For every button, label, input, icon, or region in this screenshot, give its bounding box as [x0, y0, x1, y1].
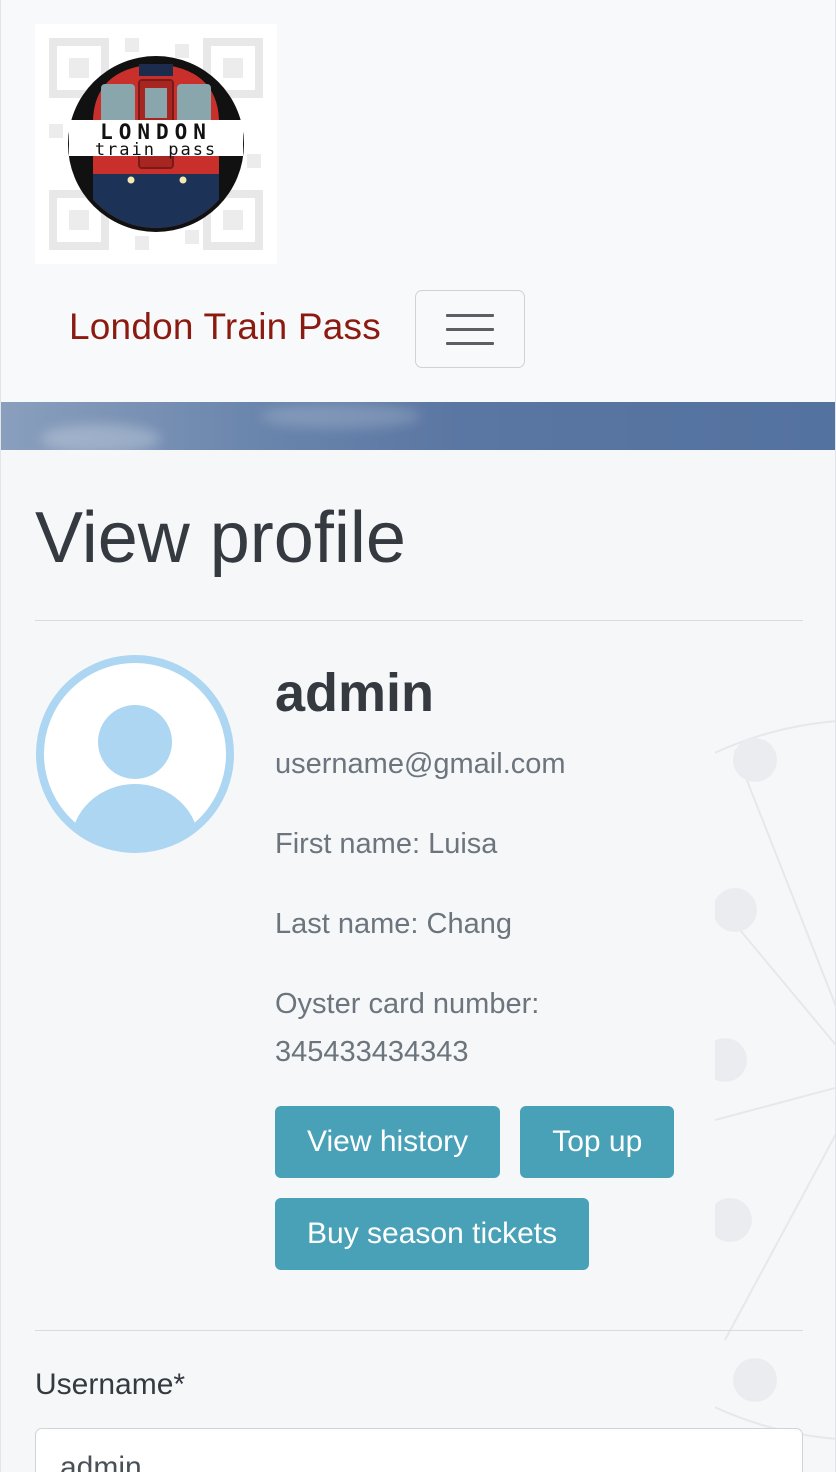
- site-logo[interactable]: LONDON train pass: [35, 24, 277, 264]
- page-title: View profile: [35, 498, 406, 578]
- menu-toggle-button[interactable]: [415, 290, 525, 368]
- svg-text:train pass: train pass: [95, 140, 217, 160]
- profile-oyster-label: Oyster card number:: [275, 988, 540, 1020]
- profile-username: admin: [275, 663, 435, 723]
- hero-banner-strip: [1, 402, 835, 450]
- hamburger-menu-icon: [446, 313, 494, 317]
- page: LONDON train pass London Train Pass View…: [0, 0, 836, 1472]
- view-history-button[interactable]: View history: [275, 1106, 501, 1178]
- title-divider: [35, 620, 803, 621]
- london-train-pass-logo-icon: LONDON train pass: [49, 38, 263, 250]
- buy-season-tickets-button[interactable]: Buy season tickets: [275, 1198, 590, 1270]
- profile-actions-row: View history Top up: [275, 1106, 795, 1178]
- section-divider: [35, 1330, 803, 1331]
- brand-link[interactable]: London Train Pass: [69, 306, 381, 348]
- profile-oyster-number: 345433434343: [275, 1036, 469, 1068]
- profile-last-name: Last name: Chang: [275, 908, 512, 940]
- top-up-button[interactable]: Top up: [520, 1106, 675, 1178]
- profile-actions-row-2: Buy season tickets: [275, 1198, 795, 1270]
- profile-details: admin username@gmail.com First name: Lui…: [275, 660, 795, 1270]
- profile-email: username@gmail.com: [275, 748, 566, 780]
- username-label: Username*: [35, 1368, 186, 1401]
- navbar: LONDON train pass London Train Pass: [1, 0, 835, 402]
- profile-first-name: First name: Luisa: [275, 828, 498, 860]
- username-input[interactable]: [35, 1428, 803, 1472]
- user-avatar-icon: [36, 655, 234, 853]
